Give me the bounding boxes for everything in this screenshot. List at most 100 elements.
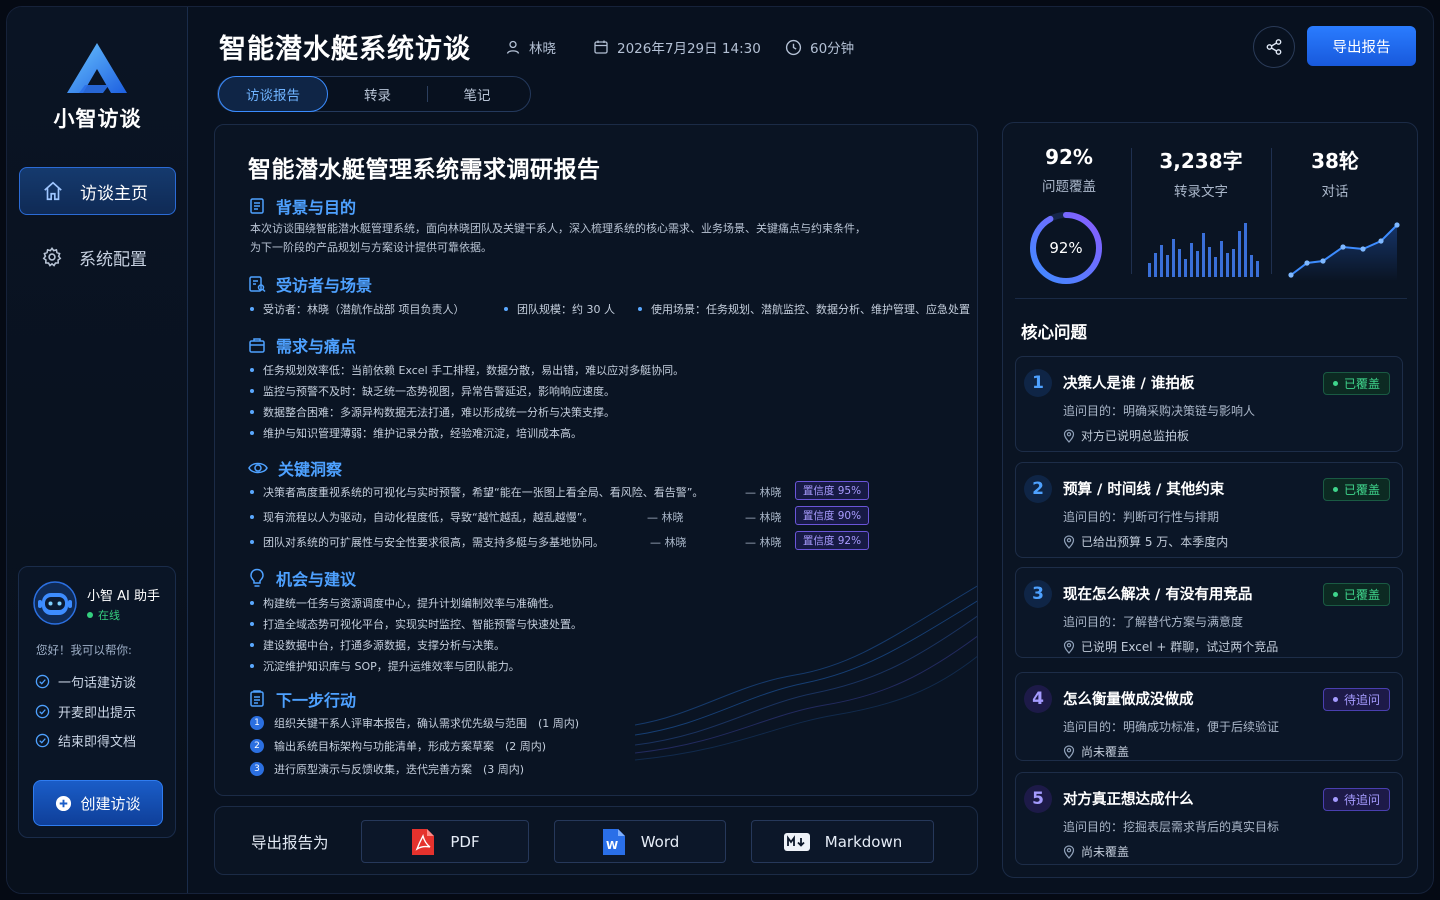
tab-transcript[interactable]: 转录	[328, 76, 427, 112]
question-card[interactable]: 4 怎么衡量做成没做成 待追问 追问目的：明确成功标准，便于后续验证 尚未覆盖	[1015, 672, 1403, 761]
location-pin-icon	[1063, 639, 1075, 654]
datetime-meta: 2026年7月29日 14:30	[593, 37, 761, 57]
section-title: 背景与目的	[276, 198, 357, 217]
list-item: 受访者：林晓（潜航作战部 项目负责人）	[250, 301, 465, 317]
sidebar-item-label: 系统配置	[79, 249, 147, 270]
export-markdown-button[interactable]: Markdown	[751, 820, 934, 863]
export-report-button[interactable]: 导出报告	[1307, 26, 1416, 66]
action-item: 3 进行原型演示与反馈收集，迭代完善方案 (3 周内)	[250, 761, 524, 777]
location-pin-icon	[1063, 534, 1075, 549]
question-answer: 已说明 Excel + 群聊，试过两个竞品	[1063, 638, 1278, 655]
list-item-text: 团队规模：约 30 人	[517, 303, 615, 316]
question-number: 5	[1024, 785, 1052, 813]
action-text: 组织关键干系人评审本报告，确认需求优先级与范围 (1 周内)	[274, 717, 580, 730]
view-tabs: 访谈报告 转录 笔记	[217, 76, 531, 112]
assistant-feature: 开麦即出提示	[35, 702, 136, 721]
stat-value: 3,238字	[1159, 149, 1243, 173]
status-dot-icon	[1332, 381, 1338, 386]
clock-icon	[785, 39, 802, 55]
status-label: 待追问	[1343, 693, 1380, 707]
step-number: 1	[250, 716, 264, 730]
status-label: 已覆盖	[1343, 483, 1380, 497]
question-card[interactable]: 2 预算 / 时间线 / 其他约束 已覆盖 追问目的：判断可行性与排期 已给出预算 5 …	[1015, 462, 1403, 558]
coverage-ring-label: 92%	[1049, 239, 1082, 257]
interviewee-name: 林晓	[529, 41, 556, 57]
section-title: 下一步行动	[276, 691, 357, 710]
online-dot-icon	[87, 612, 93, 618]
background-text: 为下一阶段的产品规划与方案设计提供可靠依据。	[250, 241, 492, 254]
export-bar: 导出报告为 PDF W Word Markdown	[214, 806, 978, 875]
list-item-text: 建设数据中台，打通多源数据，支撑分析与决策。	[263, 639, 505, 652]
status-label: 待追问	[1343, 793, 1380, 807]
status-badge: 已覆盖	[1322, 583, 1390, 606]
sidebar: 小智访谈 访谈主页 系统配置 小智 AI 助手 在线 您好！我可以帮你: 一句话…	[7, 7, 188, 893]
tab-notes[interactable]: 笔记	[428, 76, 526, 112]
action-text: 进行原型演示与反馈收集，迭代完善方案 (3 周内)	[274, 763, 525, 776]
plus-circle-icon	[56, 795, 72, 811]
export-pdf-button[interactable]: PDF	[361, 820, 529, 863]
checklist-icon	[250, 690, 264, 707]
insight-text: 现有流程以人为驱动，自动化程度低，导致“越忙越乱，越乱越慢”。	[263, 511, 594, 524]
question-number: 3	[1024, 580, 1052, 608]
question-answer-text: 尚未覆盖	[1081, 845, 1130, 859]
question-card[interactable]: 1 决策人是谁 / 谁拍板 已覆盖 追问目的：明确采购决策链与影响人 对方已说明总监拍板	[1015, 356, 1403, 452]
list-item: 维护与知识管理薄弱：维护记录分散，经验难沉淀，培训成本高。	[250, 425, 582, 441]
list-item: 构建统一任务与资源调度中心，提升计划编制效率与准确性。	[250, 595, 560, 611]
section-title: 受访者与场景	[276, 276, 373, 295]
question-answer-text: 对方已说明总监拍板	[1081, 429, 1190, 443]
status-dot-icon	[1332, 592, 1338, 597]
share-button[interactable]	[1253, 26, 1295, 68]
assistant-feature-label: 结束即得文档	[58, 735, 137, 750]
create-interview-button[interactable]: 创建访谈	[33, 780, 163, 826]
question-number: 2	[1024, 475, 1052, 503]
assistant-feature-label: 一句话建访谈	[58, 676, 137, 691]
confidence-badge: 置信度 95%	[795, 481, 869, 500]
sidebar-item-home[interactable]: 访谈主页	[19, 167, 176, 215]
list-item-text: 任务规划效率低：当前依赖 Excel 手工排程，数据分散，易出错，难以应对多艇协…	[263, 364, 685, 377]
briefcase-icon	[249, 338, 265, 353]
divider	[1271, 148, 1272, 274]
question-title: 怎么衡量做成没做成	[1063, 692, 1194, 708]
list-item-text: 数据整合困难：多源异构数据无法打通，难以形成统一分析与决策支撑。	[263, 406, 615, 419]
insight-text: 决策者高度重视系统的可视化与实时预警，希望“能在一张图上看全局、看风险、看告警”…	[263, 486, 704, 499]
share-icon	[1266, 39, 1282, 55]
stat-label: 对话	[1321, 184, 1349, 200]
tab-report[interactable]: 访谈报告	[218, 76, 328, 112]
location-pin-icon	[1063, 744, 1075, 759]
lightbulb-icon	[250, 568, 264, 587]
action-text: 输出系统目标架构与功能清单，形成方案草案 (2 周内)	[274, 740, 547, 753]
confidence-badge: 置信度 92%	[795, 531, 869, 550]
question-answer-text: 已说明 Excel + 群聊，试过两个竞品	[1081, 640, 1279, 654]
divider	[1015, 298, 1407, 299]
app-logo-icon	[67, 43, 127, 93]
insight-item: 团队对系统的可扩展性与安全性要求很高，需支持多艇与多基地协同。	[250, 534, 604, 550]
gear-icon	[41, 246, 63, 268]
divider	[1131, 148, 1132, 274]
section-interviewee-heading: 受访者与场景	[248, 272, 372, 296]
svg-text:W: W	[606, 839, 618, 852]
question-purpose: 追问目的：明确采购决策链与影响人	[1063, 404, 1256, 418]
question-card[interactable]: 3 现在怎么解决 / 有没有用竞品 已覆盖 追问目的：了解替代方案与满意度 已说明 Ex…	[1015, 567, 1403, 658]
status-badge: 待追问	[1322, 788, 1390, 811]
list-item-text: 受访者：林晓（潜航作战部 项目负责人）	[263, 303, 465, 316]
section-title: 关键洞察	[278, 460, 343, 479]
question-answer-text: 已给出预算 5 万、本季度内	[1081, 535, 1229, 549]
status-label: 已覆盖	[1343, 377, 1380, 391]
stat-words: 3,238字 转录文字	[1143, 145, 1259, 200]
robot-avatar-icon	[33, 581, 77, 625]
question-card[interactable]: 5 对方真正想达成什么 待追问 追问目的：挖掘表层需求背后的真实目标 尚未覆盖	[1015, 772, 1403, 865]
word-file-icon: W	[602, 828, 625, 855]
export-word-button[interactable]: W Word	[554, 820, 726, 863]
step-number: 3	[250, 762, 264, 776]
user-icon	[506, 40, 520, 54]
insight-source: — 林晓	[647, 511, 684, 524]
status-label: 已覆盖	[1343, 588, 1380, 602]
assistant-status-label: 在线	[98, 609, 120, 622]
status-dot-icon	[1332, 487, 1338, 492]
list-item: 任务规划效率低：当前依赖 Excel 手工排程，数据分散，易出错，难以应对多艇协…	[250, 362, 684, 378]
insight-source: — 林晓	[745, 536, 782, 549]
list-item: 使用场景：任务规划、潜航监控、数据分析、维护管理、应急处置	[638, 301, 970, 317]
question-answer: 尚未覆盖	[1063, 843, 1129, 860]
sidebar-item-settings[interactable]: 系统配置	[19, 233, 176, 281]
wave-decoration	[635, 585, 977, 761]
